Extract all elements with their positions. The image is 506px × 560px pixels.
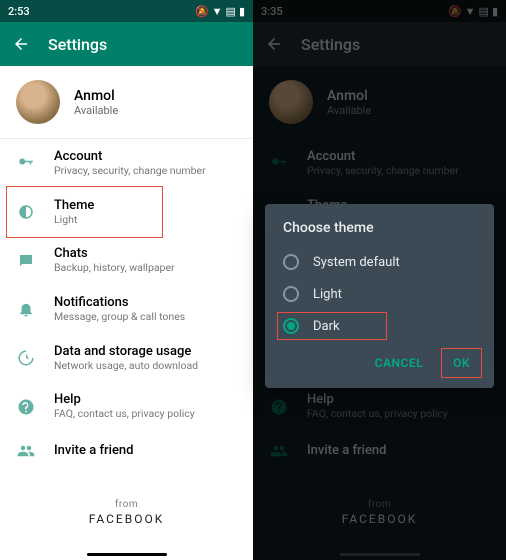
footer-brand: FACEBOOK bbox=[253, 512, 506, 526]
status-icons: 🔕 ▼ ▤ ▮ bbox=[448, 5, 498, 18]
screen-dark: 3:35 🔕 ▼ ▤ ▮ Settings Anmol Available Ac… bbox=[253, 0, 506, 560]
item-invite[interactable]: Invite a friend bbox=[0, 431, 253, 471]
theme-icon bbox=[16, 202, 36, 222]
profile-status: Available bbox=[327, 104, 371, 117]
highlight-marker bbox=[441, 348, 482, 378]
item-account[interactable]: Account Privacy, security, change number bbox=[253, 139, 506, 188]
dialog-title: Choose theme bbox=[273, 220, 486, 246]
item-theme[interactable]: Theme Light bbox=[0, 188, 253, 237]
bell-off-icon: 🔕 bbox=[448, 5, 462, 18]
item-sub: Message, group & call tones bbox=[54, 310, 185, 324]
battery-icon: ▮ bbox=[492, 5, 498, 18]
item-sub: Privacy, security, change number bbox=[54, 164, 206, 178]
nav-pill bbox=[87, 553, 167, 556]
dialog-actions: CANCEL OK bbox=[273, 342, 486, 380]
item-sub: FAQ, contact us, privacy policy bbox=[54, 407, 195, 421]
avatar bbox=[269, 80, 313, 124]
profile-row[interactable]: Anmol Available bbox=[253, 66, 506, 139]
item-sub: FAQ, contact us, privacy policy bbox=[307, 407, 448, 421]
wifi-icon: ▼ bbox=[212, 5, 223, 18]
item-title: Notifications bbox=[54, 295, 185, 310]
signal-icon: ▤ bbox=[479, 5, 489, 18]
status-icons: 🔕 ▼ ▤ ▮ bbox=[195, 5, 245, 18]
battery-icon: ▮ bbox=[239, 5, 245, 18]
radio-icon bbox=[283, 318, 299, 334]
app-bar: Settings bbox=[0, 22, 253, 66]
chat-icon bbox=[16, 251, 36, 271]
profile-status: Available bbox=[74, 104, 118, 117]
page-title: Settings bbox=[48, 35, 107, 54]
item-help[interactable]: Help FAQ, contact us, privacy policy bbox=[0, 382, 253, 431]
option-light[interactable]: Light bbox=[273, 278, 486, 310]
nav-pill bbox=[340, 553, 420, 556]
item-title: Theme bbox=[54, 198, 94, 213]
item-title: Data and storage usage bbox=[54, 344, 198, 359]
screen-light: 2:53 🔕 ▼ ▤ ▮ Settings Anmol Available Ac… bbox=[0, 0, 253, 560]
radio-icon bbox=[283, 254, 299, 270]
option-label: System default bbox=[313, 255, 400, 270]
ok-button[interactable]: OK bbox=[443, 350, 480, 376]
item-invite[interactable]: Invite a friend bbox=[253, 431, 506, 471]
item-account[interactable]: Account Privacy, security, change number bbox=[0, 139, 253, 188]
item-title: Invite a friend bbox=[307, 443, 386, 458]
item-title: Invite a friend bbox=[54, 443, 133, 458]
profile-row[interactable]: Anmol Available bbox=[0, 66, 253, 139]
profile-name: Anmol bbox=[327, 88, 371, 104]
item-title: Help bbox=[307, 392, 448, 407]
item-title: Chats bbox=[54, 246, 175, 261]
bell-icon bbox=[16, 299, 36, 319]
item-sub: Light bbox=[54, 213, 94, 227]
help-icon bbox=[269, 397, 289, 417]
footer-from: from bbox=[253, 499, 506, 510]
back-icon[interactable] bbox=[12, 35, 30, 53]
app-bar: Settings bbox=[253, 22, 506, 66]
item-chats[interactable]: Chats Backup, history, wallpaper bbox=[0, 236, 253, 285]
item-title: Account bbox=[307, 149, 459, 164]
status-bar: 2:53 🔕 ▼ ▤ ▮ bbox=[0, 0, 253, 22]
cancel-button[interactable]: CANCEL bbox=[365, 350, 433, 376]
data-icon bbox=[16, 348, 36, 368]
bell-off-icon: 🔕 bbox=[195, 5, 209, 18]
footer-from: from bbox=[0, 499, 253, 510]
option-label: Light bbox=[313, 287, 342, 302]
status-time: 3:35 bbox=[261, 5, 283, 18]
item-title: Help bbox=[54, 392, 195, 407]
item-sub: Backup, history, wallpaper bbox=[54, 261, 175, 275]
item-sub: Privacy, security, change number bbox=[307, 164, 459, 178]
help-icon bbox=[16, 397, 36, 417]
status-bar: 3:35 🔕 ▼ ▤ ▮ bbox=[253, 0, 506, 22]
theme-dialog: Choose theme System default Light Dark C… bbox=[265, 204, 494, 388]
item-sub: Network usage, auto download bbox=[54, 359, 198, 373]
option-dark[interactable]: Dark bbox=[273, 310, 486, 342]
key-icon bbox=[16, 153, 36, 173]
people-icon bbox=[16, 441, 36, 461]
key-icon bbox=[269, 153, 289, 173]
people-icon bbox=[269, 441, 289, 461]
radio-icon bbox=[283, 286, 299, 302]
wifi-icon: ▼ bbox=[465, 5, 476, 18]
back-icon[interactable] bbox=[265, 35, 283, 53]
item-data-storage[interactable]: Data and storage usage Network usage, au… bbox=[0, 334, 253, 383]
item-help[interactable]: Help FAQ, contact us, privacy policy bbox=[253, 382, 506, 431]
avatar bbox=[16, 80, 60, 124]
status-time: 2:53 bbox=[8, 5, 30, 18]
profile-name: Anmol bbox=[74, 88, 118, 104]
page-title: Settings bbox=[301, 35, 360, 54]
signal-icon: ▤ bbox=[226, 5, 236, 18]
option-system-default[interactable]: System default bbox=[273, 246, 486, 278]
nav-bar bbox=[253, 548, 506, 560]
item-notifications[interactable]: Notifications Message, group & call tone… bbox=[0, 285, 253, 334]
option-label: Dark bbox=[313, 319, 340, 334]
nav-bar bbox=[0, 548, 253, 560]
item-title: Account bbox=[54, 149, 206, 164]
settings-list: Account Privacy, security, change number… bbox=[0, 139, 253, 487]
footer-brand: FACEBOOK bbox=[0, 512, 253, 526]
